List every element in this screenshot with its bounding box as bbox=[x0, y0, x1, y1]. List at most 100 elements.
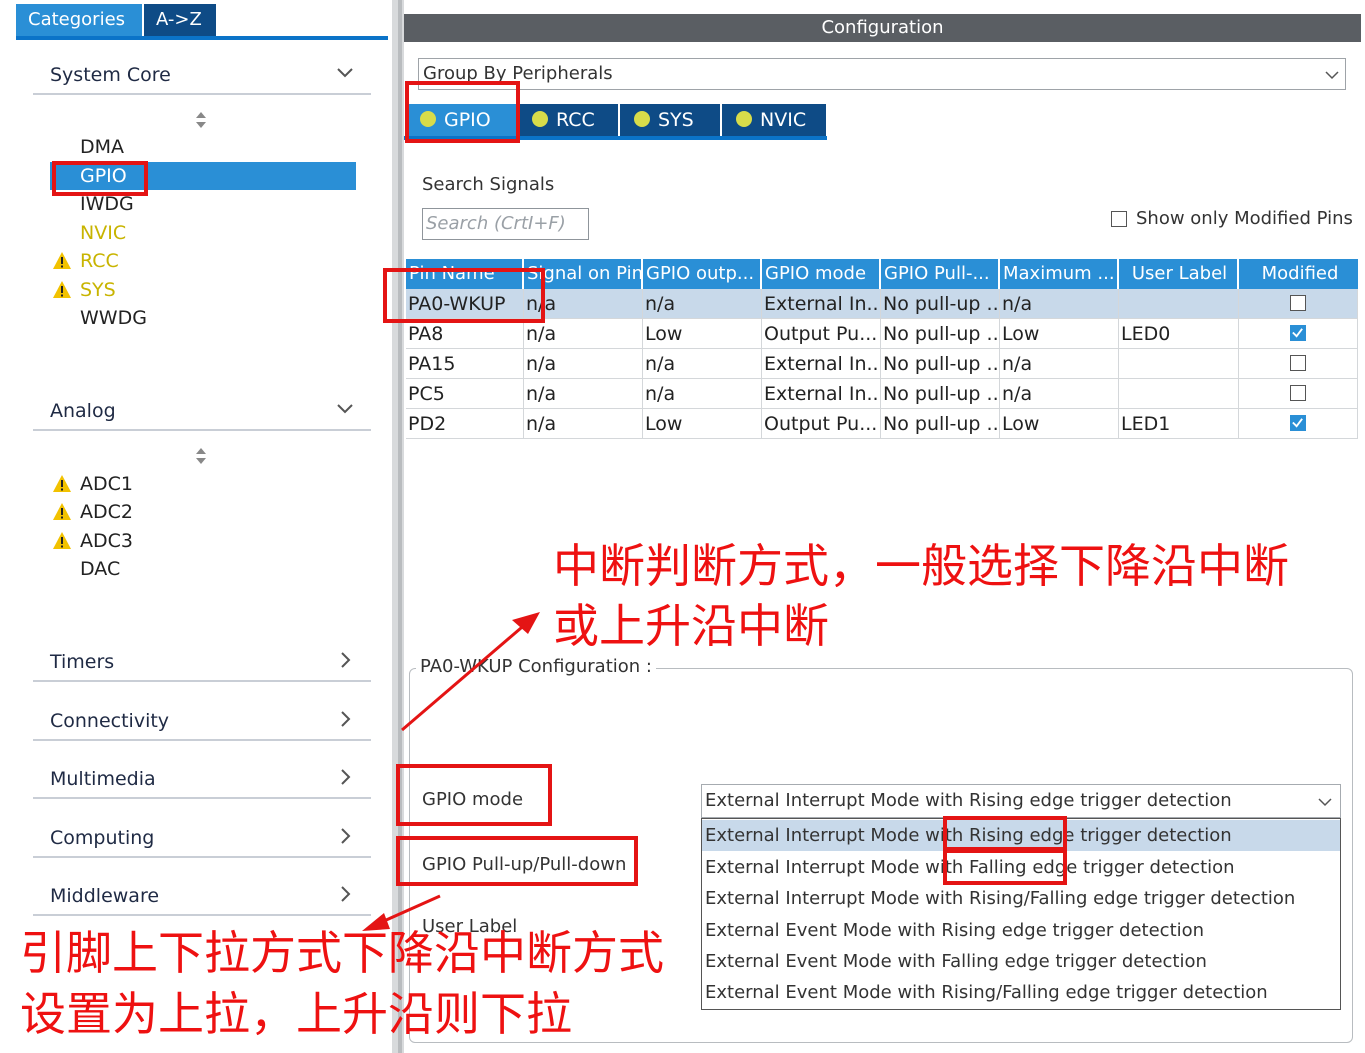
divider bbox=[33, 856, 371, 858]
cell-mode: External In... bbox=[762, 379, 881, 409]
check-circle-icon bbox=[634, 110, 650, 127]
tab-sys[interactable]: SYS bbox=[620, 104, 720, 136]
divider bbox=[33, 914, 371, 916]
cell-pin: PA15 bbox=[406, 349, 524, 379]
check-icon bbox=[1292, 328, 1303, 338]
cell-modified bbox=[1239, 289, 1358, 319]
tab-underline bbox=[16, 36, 388, 40]
cell-signal: n/a bbox=[524, 349, 643, 379]
chevron-down-icon[interactable] bbox=[333, 61, 357, 85]
column-header-gpio-mode[interactable]: GPIO mode bbox=[762, 259, 881, 289]
highlight-box-rising bbox=[943, 816, 1067, 851]
table-row[interactable]: PA8 n/a Low Output Pu... No pull-up ... … bbox=[406, 319, 1358, 349]
chevron-right-icon[interactable] bbox=[333, 824, 357, 848]
modified-checkbox[interactable] bbox=[1290, 415, 1306, 431]
arrow-head bbox=[512, 612, 540, 634]
cell-signal: n/a bbox=[524, 409, 643, 439]
table-row[interactable]: PD2 n/a Low Output Pu... No pull-up ... … bbox=[406, 409, 1358, 439]
column-header-gpio-output[interactable]: GPIO outp... bbox=[643, 259, 762, 289]
warning-icon bbox=[53, 532, 71, 549]
mode-option[interactable]: External Interrupt Mode with Rising/Fall… bbox=[702, 883, 1340, 914]
cell-modified bbox=[1239, 409, 1358, 439]
group-by-select[interactable]: Group By Peripherals bbox=[418, 58, 1346, 90]
list-item-adc2[interactable]: ADC2 bbox=[80, 498, 133, 526]
column-header-gpio-pull[interactable]: GPIO Pull-... bbox=[881, 259, 1000, 289]
pin-configuration-title: PA0-WKUP Configuration : bbox=[416, 656, 656, 677]
modified-checkbox[interactable] bbox=[1290, 385, 1306, 401]
modified-checkbox[interactable] bbox=[1290, 325, 1306, 341]
chevron-right-icon[interactable] bbox=[333, 707, 357, 731]
cell-user-label bbox=[1119, 289, 1239, 319]
show-modified-checkbox[interactable] bbox=[1111, 211, 1127, 227]
mode-option[interactable]: External Event Mode with Rising edge tri… bbox=[702, 915, 1340, 946]
highlight-box-gpio bbox=[52, 161, 148, 196]
panel-splitter-line bbox=[398, 0, 402, 1053]
gpio-mode-select[interactable]: External Interrupt Mode with Rising edge… bbox=[701, 784, 1341, 818]
list-item-rcc[interactable]: RCC bbox=[80, 247, 119, 275]
tab-nvic[interactable]: NVIC bbox=[722, 104, 826, 136]
cell-max: Low bbox=[1000, 409, 1119, 439]
cell-mode: Output Pu... bbox=[762, 409, 881, 439]
warning-icon bbox=[53, 281, 71, 298]
cell-pin: PC5 bbox=[406, 379, 524, 409]
column-header-modified[interactable]: Modified bbox=[1239, 259, 1358, 289]
list-item-nvic[interactable]: NVIC bbox=[80, 219, 126, 247]
chevron-right-icon[interactable] bbox=[333, 648, 357, 672]
chevron-down-icon[interactable] bbox=[1316, 793, 1334, 811]
warning-icon bbox=[53, 503, 71, 520]
annotation-note-1b: 或上升沿中断 bbox=[553, 599, 829, 653]
cell-pull: No pull-up ... bbox=[881, 349, 1000, 379]
cell-output: Low bbox=[643, 319, 762, 349]
tab-a-z[interactable]: A->Z bbox=[144, 4, 216, 36]
column-header-user-label[interactable]: User Label bbox=[1119, 259, 1239, 289]
annotation-note-2: 引脚上下拉方式下降沿中断方式 bbox=[20, 926, 664, 980]
search-input[interactable]: Search (CrtI+F) bbox=[422, 208, 589, 240]
highlight-box-falling bbox=[943, 849, 1067, 885]
list-item-adc3[interactable]: ADC3 bbox=[80, 527, 133, 555]
tab-rcc[interactable]: RCC bbox=[518, 104, 618, 136]
configuration-header: Configuration bbox=[404, 14, 1361, 42]
table-row[interactable]: PC5 n/a n/a External In... No pull-up ..… bbox=[406, 379, 1358, 409]
table-row[interactable]: PA15 n/a n/a External In... No pull-up .… bbox=[406, 349, 1358, 379]
list-item-sys[interactable]: SYS bbox=[80, 276, 116, 304]
cell-output: n/a bbox=[643, 379, 762, 409]
section-timers[interactable]: Timers bbox=[50, 651, 114, 673]
list-item-dma[interactable]: DMA bbox=[80, 133, 124, 161]
mode-option[interactable]: External Event Mode with Rising/Falling … bbox=[702, 977, 1340, 1008]
cell-output: n/a bbox=[643, 349, 762, 379]
list-item-adc1[interactable]: ADC1 bbox=[80, 470, 133, 498]
cell-max: n/a bbox=[1000, 289, 1119, 319]
show-modified-label: Show only Modified Pins bbox=[1136, 208, 1353, 229]
table-row[interactable]: PA0-WKUP n/a n/a External In... No pull-… bbox=[406, 289, 1358, 319]
chevron-down-icon[interactable] bbox=[333, 397, 357, 421]
section-middleware[interactable]: Middleware bbox=[50, 885, 159, 907]
mode-option[interactable]: External Event Mode with Falling edge tr… bbox=[702, 946, 1340, 977]
cell-max: Low bbox=[1000, 319, 1119, 349]
warning-icon bbox=[53, 475, 71, 492]
section-system-core[interactable]: System Core bbox=[50, 64, 171, 86]
modified-checkbox[interactable] bbox=[1290, 355, 1306, 371]
tab-categories[interactable]: Categories bbox=[16, 4, 142, 36]
chevron-right-icon[interactable] bbox=[333, 882, 357, 906]
list-item-wwdg[interactable]: WWDG bbox=[80, 304, 147, 332]
section-computing[interactable]: Computing bbox=[50, 827, 154, 849]
column-header-maximum[interactable]: Maximum ... bbox=[1000, 259, 1119, 289]
check-circle-icon bbox=[736, 110, 752, 127]
section-analog[interactable]: Analog bbox=[50, 400, 116, 422]
check-icon bbox=[1292, 418, 1303, 428]
section-multimedia[interactable]: Multimedia bbox=[50, 768, 156, 790]
cell-mode: External In... bbox=[762, 349, 881, 379]
cell-user-label bbox=[1119, 379, 1239, 409]
tab-label: NVIC bbox=[760, 109, 807, 131]
chevron-right-icon[interactable] bbox=[333, 765, 357, 789]
cell-max: n/a bbox=[1000, 379, 1119, 409]
list-item-dac[interactable]: DAC bbox=[80, 555, 120, 583]
cell-signal: n/a bbox=[524, 379, 643, 409]
modified-checkbox[interactable] bbox=[1290, 295, 1306, 311]
cell-signal: n/a bbox=[524, 319, 643, 349]
chevron-down-icon[interactable] bbox=[1323, 66, 1341, 84]
section-connectivity[interactable]: Connectivity bbox=[50, 710, 169, 732]
sort-arrows-icon[interactable] bbox=[194, 447, 208, 465]
divider bbox=[33, 93, 371, 95]
sort-arrows-icon[interactable] bbox=[194, 111, 208, 129]
